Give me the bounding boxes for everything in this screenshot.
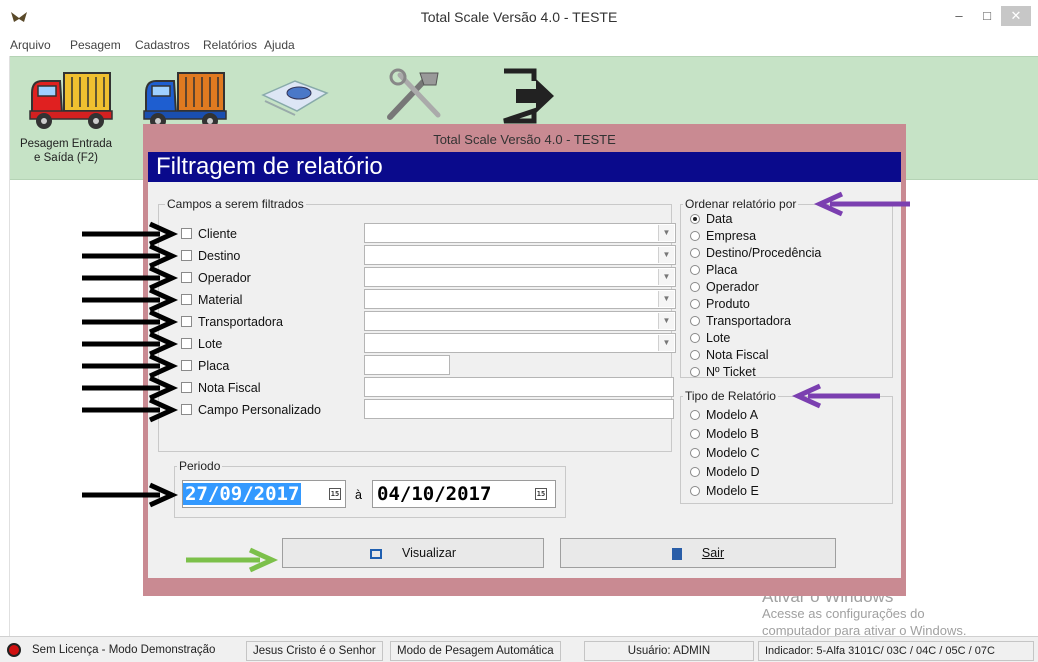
arrow-operador: [82, 265, 179, 291]
arrow-ordenar: [813, 191, 910, 217]
arrow-destino: [82, 243, 179, 269]
license-status: Sem Licença - Modo Demonstração: [26, 641, 222, 661]
arrow-tipo: [791, 383, 880, 409]
motto-status: Jesus Cristo é o Senhor: [246, 641, 383, 661]
user-status: Usuário: ADMIN: [584, 641, 754, 661]
indicator-status: Indicador: 5-Alfa 3101C/ 03C / 04C / 05C…: [758, 641, 1034, 661]
arrow-nota-fiscal: [82, 375, 179, 401]
arrow-cliente: [82, 221, 179, 247]
arrow-transportadora: [82, 309, 179, 335]
green-arrow: [186, 547, 279, 573]
license-status-icon: [7, 643, 21, 657]
arrow-periodo: [82, 482, 179, 508]
arrow-placa: [82, 353, 179, 379]
black-arrows: [82, 221, 179, 508]
mode-status: Modo de Pesagem Automática: [390, 641, 561, 661]
arrow-lote: [82, 331, 179, 357]
status-bar: Sem Licença - Modo Demonstração Jesus Cr…: [0, 636, 1038, 662]
purple-arrows: [791, 191, 910, 409]
arrow-campo-personalizado: [82, 397, 179, 423]
arrow-material: [82, 287, 179, 313]
annotation-arrows: [82, 191, 910, 573]
